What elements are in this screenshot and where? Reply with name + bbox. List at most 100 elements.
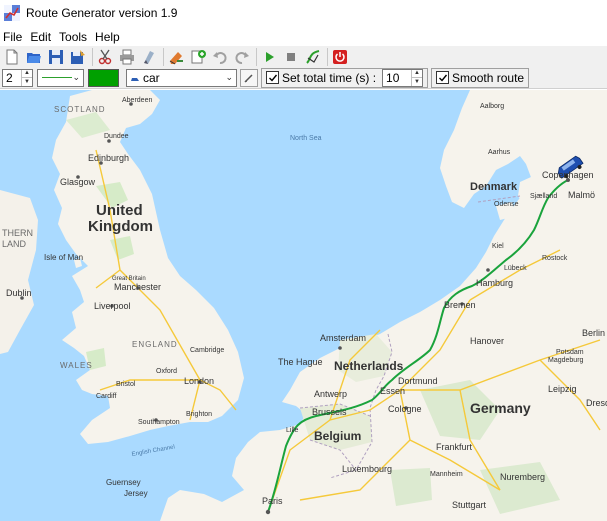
play-icon[interactable] bbox=[259, 47, 279, 67]
car-icon bbox=[130, 71, 140, 85]
menu-bar: File Edit Tools Help bbox=[0, 27, 607, 46]
label-nuremberg: Nuremberg bbox=[500, 472, 545, 482]
line-width-spin-buttons[interactable]: ▲ ▼ bbox=[21, 69, 32, 86]
undo-icon[interactable] bbox=[210, 47, 230, 67]
menu-file[interactable]: File bbox=[0, 30, 27, 44]
label-southampton: Southampton bbox=[138, 419, 180, 426]
line-width-spinner[interactable]: 2 ▲ ▼ bbox=[2, 68, 33, 87]
chevron-down-icon: ⌄ bbox=[225, 71, 233, 82]
label-wales: WALES bbox=[60, 361, 93, 370]
label-uk-1: United bbox=[96, 202, 143, 219]
menu-help[interactable]: Help bbox=[92, 30, 125, 44]
smooth-route-panel: Smooth route bbox=[431, 67, 530, 88]
label-magdeburg: Magdeburg bbox=[548, 357, 584, 364]
label-cambridge: Cambridge bbox=[190, 347, 224, 354]
label-sjaelland: Sjælland bbox=[530, 193, 557, 200]
label-bremen: Bremen bbox=[444, 300, 476, 310]
clear-icon[interactable] bbox=[139, 47, 159, 67]
label-belgium: Belgium bbox=[314, 429, 361, 443]
label-malmo: Malmö bbox=[568, 190, 595, 200]
label-guernsey: Guernsey bbox=[106, 478, 141, 487]
vehicle-select[interactable]: car ⌄ bbox=[126, 68, 237, 87]
label-dresden: Dresden bbox=[586, 398, 607, 408]
label-leipzig: Leipzig bbox=[548, 384, 577, 394]
label-dortmund: Dortmund bbox=[398, 376, 438, 386]
label-dundee: Dundee bbox=[104, 133, 129, 140]
toolbar-separator bbox=[92, 47, 93, 66]
label-london: London bbox=[184, 376, 214, 386]
total-time-spin-buttons[interactable]: ▲ ▼ bbox=[411, 69, 423, 86]
label-lubeck: Lübeck bbox=[504, 265, 527, 272]
checkmark-icon bbox=[266, 71, 279, 84]
label-frankfurt: Frankfurt bbox=[436, 442, 473, 452]
save-as-icon[interactable] bbox=[68, 47, 88, 67]
set-total-time-label: Set total time (s) : bbox=[282, 70, 377, 85]
smooth-route-label: Smooth route bbox=[452, 70, 525, 85]
label-antwerp: Antwerp bbox=[314, 389, 347, 399]
label-ireland-1: THERN bbox=[2, 228, 33, 238]
label-brighton: Brighton bbox=[186, 411, 212, 418]
open-folder-icon[interactable] bbox=[24, 47, 44, 67]
label-scotland: SCOTLAND bbox=[54, 105, 106, 114]
total-time-value: 10 bbox=[386, 70, 400, 85]
label-denmark: Denmark bbox=[470, 181, 518, 193]
line-style-preview bbox=[42, 77, 72, 78]
smooth-route-checkbox[interactable]: Smooth route bbox=[436, 69, 524, 87]
title-bar: Route Generator version 1.9 bbox=[0, 0, 607, 26]
label-mannheim: Mannheim bbox=[430, 471, 463, 478]
set-total-time-checkbox[interactable]: Set total time (s) : bbox=[266, 69, 376, 87]
toolbar-separator bbox=[256, 47, 257, 66]
label-edinburgh: Edinburgh bbox=[88, 153, 129, 163]
label-england: ENGLAND bbox=[132, 340, 178, 349]
menu-edit[interactable]: Edit bbox=[27, 30, 56, 44]
print-icon[interactable] bbox=[117, 47, 137, 67]
app-icon bbox=[4, 5, 20, 21]
new-file-icon[interactable] bbox=[2, 47, 22, 67]
label-cardiff: Cardiff bbox=[96, 393, 117, 400]
cut-icon[interactable] bbox=[95, 47, 115, 67]
line-style-select[interactable]: ⌄ bbox=[37, 68, 84, 87]
label-hanover: Hanover bbox=[470, 336, 504, 346]
label-isle-of-man: Isle of Man bbox=[44, 253, 83, 262]
label-north-sea: North Sea bbox=[290, 135, 322, 142]
line-width-value: 2 bbox=[6, 70, 13, 85]
route-icon[interactable] bbox=[303, 47, 323, 67]
label-the-hague: The Hague bbox=[278, 357, 323, 367]
label-kiel: Kiel bbox=[492, 243, 504, 250]
label-germany: Germany bbox=[470, 400, 531, 416]
label-hamburg: Hamburg bbox=[476, 278, 513, 288]
vehicle-select-value: car bbox=[143, 70, 160, 85]
label-rostock: Rostock bbox=[542, 255, 568, 262]
label-lille: Lille bbox=[286, 427, 299, 434]
label-brussels: Brussels bbox=[312, 407, 347, 417]
total-time-panel: Set total time (s) : 10 ▲ ▼ bbox=[261, 67, 429, 88]
label-aalborg: Aalborg bbox=[480, 103, 504, 110]
label-aberdeen: Aberdeen bbox=[122, 97, 152, 104]
redo-icon[interactable] bbox=[232, 47, 252, 67]
label-manchester: Manchester bbox=[114, 282, 161, 292]
toolbar-separator bbox=[327, 47, 328, 66]
menu-tools[interactable]: Tools bbox=[56, 30, 92, 44]
label-cologne: Cologne bbox=[388, 404, 422, 414]
eraser-icon[interactable] bbox=[166, 47, 186, 67]
window-title: Route Generator version 1.9 bbox=[26, 6, 178, 20]
label-uk-2: Kingdom bbox=[88, 218, 153, 235]
label-jersey: Jersey bbox=[124, 489, 148, 498]
chevron-down-icon: ⌄ bbox=[72, 71, 80, 82]
label-stuttgart: Stuttgart bbox=[452, 500, 487, 510]
vehicle-edit-button[interactable] bbox=[240, 68, 258, 87]
label-paris: Paris bbox=[262, 496, 283, 506]
label-aarhus: Aarhus bbox=[488, 149, 511, 156]
label-luxembourg: Luxembourg bbox=[342, 464, 392, 474]
save-icon[interactable] bbox=[46, 47, 66, 67]
route-color-swatch[interactable] bbox=[88, 68, 119, 87]
label-essen: Essen bbox=[380, 386, 405, 396]
exit-icon[interactable] bbox=[330, 47, 350, 67]
total-time-spinner[interactable]: 10 ▲ ▼ bbox=[382, 68, 424, 87]
label-liverpool: Liverpool bbox=[94, 301, 131, 311]
add-waypoint-icon[interactable] bbox=[188, 47, 208, 67]
label-netherlands: Netherlands bbox=[334, 359, 404, 373]
map-view[interactable]: Aberdeen SCOTLAND Dundee Edinburgh Glasg… bbox=[0, 90, 607, 521]
stop-icon[interactable] bbox=[281, 47, 301, 67]
toolbar-separator bbox=[163, 47, 164, 66]
